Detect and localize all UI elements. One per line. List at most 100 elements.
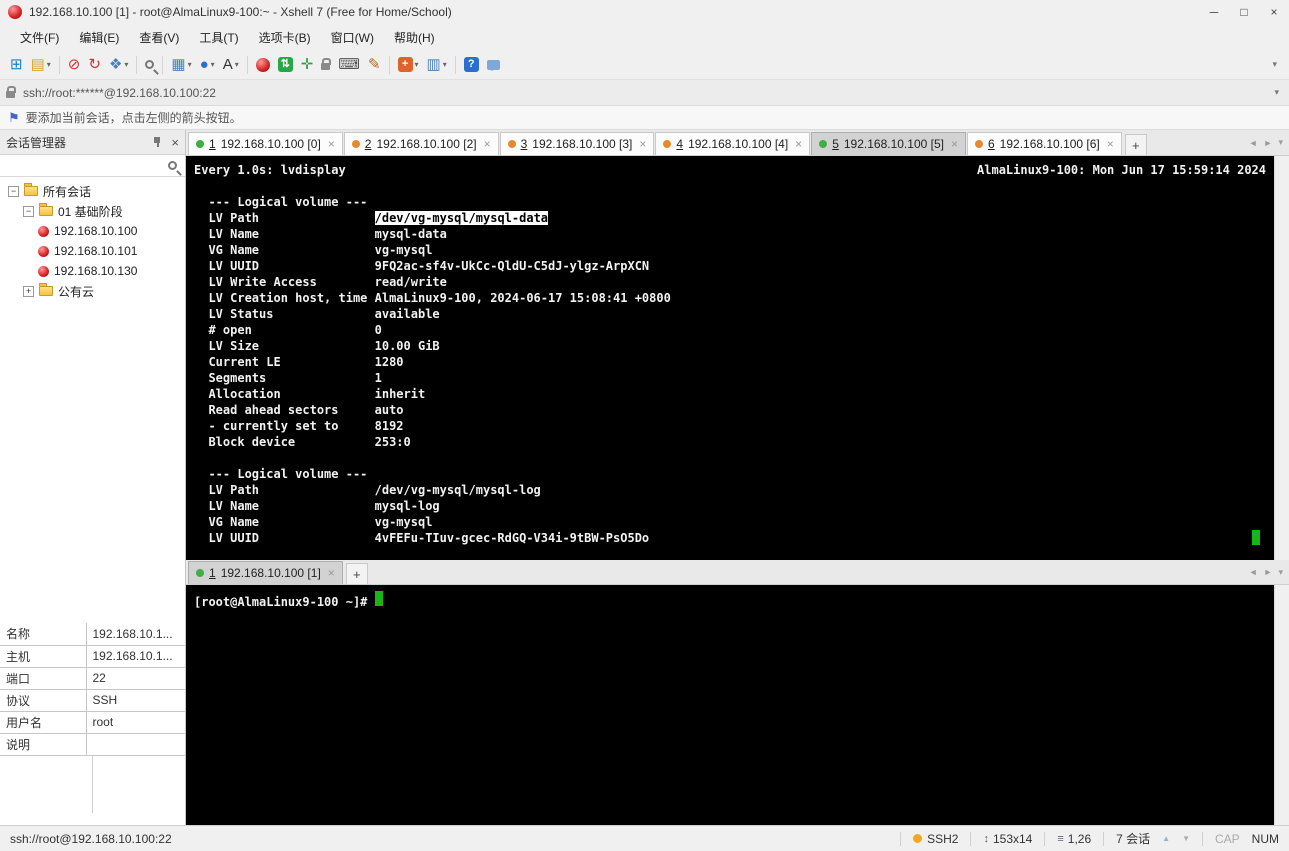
tile-layout-glyph: ▥ bbox=[426, 56, 441, 73]
tab-scroll-right-button[interactable]: ► bbox=[1264, 138, 1273, 148]
maximize-button[interactable]: □ bbox=[1229, 0, 1259, 24]
new-terminal-dropdown-icon[interactable]: ▾ bbox=[415, 60, 419, 69]
status-right-cluster: SSH2 ↕ 153x14 ≡ 1,26 7 会话 ▲ ▼ CAP NUM bbox=[900, 830, 1279, 847]
tab-close-button[interactable]: × bbox=[328, 566, 335, 580]
tab-status-icon bbox=[196, 569, 204, 577]
compose-pane-icon[interactable]: ▦ ▾ bbox=[167, 52, 195, 78]
new-tab-button[interactable]: + bbox=[1124, 134, 1147, 155]
new-tab-button[interactable]: + bbox=[345, 563, 368, 584]
help-icon[interactable]: ? bbox=[460, 52, 483, 78]
tree-item-session-192-168-10-130[interactable]: 192.168.10.130 bbox=[0, 261, 185, 281]
tab-top-3[interactable]: 3 192.168.10.100 [3] × bbox=[499, 132, 655, 155]
tab-top-1[interactable]: 1 192.168.10.100 [0] × bbox=[188, 132, 343, 155]
folder-icon bbox=[24, 183, 38, 196]
session-properties-dropdown-icon[interactable]: ▾ bbox=[124, 60, 128, 69]
tab-status-icon bbox=[819, 140, 828, 148]
minimize-button[interactable]: ─ bbox=[1199, 0, 1229, 24]
pin-icon[interactable] bbox=[151, 136, 163, 148]
terminal-top-scrollbar[interactable] bbox=[1274, 156, 1289, 560]
web-browser-icon[interactable]: ● ▾ bbox=[196, 52, 219, 78]
top-tabs: 1 192.168.10.100 [0] × 2 192.168.10.100 [2] ×… bbox=[188, 130, 1147, 155]
tab-scroll-left-button[interactable]: ◄ bbox=[1249, 567, 1258, 577]
tree-item-all-sessions[interactable]: − 所有会话 bbox=[0, 181, 185, 201]
web-browser-dropdown-icon[interactable]: ▾ bbox=[211, 60, 215, 69]
tab-top-6[interactable]: 6 192.168.10.100 [6] × bbox=[966, 132, 1122, 155]
menu-item-tools[interactable]: 工具(T) bbox=[189, 25, 248, 50]
tile-layout-icon[interactable]: ▥ ▾ bbox=[423, 52, 451, 78]
property-label: 用户名 bbox=[0, 710, 87, 734]
toolbar-overflow-button[interactable]: ▾ bbox=[1266, 59, 1283, 70]
open-folder-dropdown-icon[interactable]: ▾ bbox=[47, 60, 51, 69]
info-bar-text: 要添加当前会话，点击左侧的箭头按钮。 bbox=[25, 111, 242, 125]
tab-top-5[interactable]: 5 192.168.10.100 [5] × bbox=[811, 132, 966, 155]
session-properties-icon[interactable]: ❖ ▾ bbox=[105, 52, 132, 78]
collapse-icon[interactable]: − bbox=[8, 185, 19, 197]
open-folder-icon[interactable]: ▤ ▾ bbox=[27, 52, 55, 78]
tab-scroll-left-button[interactable]: ◄ bbox=[1249, 138, 1258, 148]
menu-item-help[interactable]: 帮助(H) bbox=[384, 25, 445, 50]
menu-item-file[interactable]: 文件(F) bbox=[10, 25, 69, 50]
terminal-line: --- Logical volume --- bbox=[194, 195, 368, 209]
feedback-icon[interactable] bbox=[483, 52, 504, 78]
tree-item-session-192-168-10-101[interactable]: 192.168.10.101 bbox=[0, 241, 185, 261]
highlighter-icon[interactable]: ✎ bbox=[364, 52, 385, 78]
tab-list-button[interactable]: ▾ bbox=[1278, 137, 1283, 148]
tab-number: 4 bbox=[676, 137, 684, 151]
tab-scroll-right-button[interactable]: ► bbox=[1264, 567, 1273, 577]
new-terminal-icon[interactable]: + ▾ bbox=[394, 52, 423, 78]
xshell-window: 192.168.10.100 [1] - root@AlmaLinux9-100… bbox=[0, 0, 1289, 851]
tab-list-button[interactable]: ▾ bbox=[1278, 567, 1283, 578]
xshell-icon[interactable] bbox=[252, 52, 274, 78]
menu-item-view[interactable]: 查看(V) bbox=[129, 25, 189, 50]
terminal-pane-bottom[interactable]: [root@AlmaLinux9-100 ~]# bbox=[186, 585, 1289, 825]
address-dropdown-button[interactable]: ▾ bbox=[1270, 87, 1283, 98]
menu-item-window[interactable]: 窗口(W) bbox=[321, 25, 384, 50]
tab-close-button[interactable]: × bbox=[795, 137, 802, 151]
tree-item-public-cloud[interactable]: + 公有云 bbox=[0, 281, 185, 301]
tab-close-button[interactable]: × bbox=[484, 137, 491, 151]
tab-top-2[interactable]: 2 192.168.10.100 [2] × bbox=[343, 132, 499, 155]
compose-pane-dropdown-icon[interactable]: ▾ bbox=[188, 60, 192, 69]
disconnect-icon[interactable]: ⊘ bbox=[64, 52, 85, 78]
tab-bottom-1[interactable]: 1 192.168.10.100 [1] × bbox=[188, 561, 343, 584]
new-session-icon[interactable]: ⊞ bbox=[6, 52, 27, 78]
expand-icon[interactable]: + bbox=[23, 285, 34, 297]
collapse-icon[interactable]: − bbox=[23, 205, 34, 217]
search-icon[interactable] bbox=[141, 52, 158, 78]
xftp-glyph: ⇅ bbox=[277, 57, 293, 72]
terminal-line: LV Status available bbox=[194, 307, 440, 321]
tab-label: 192.168.10.100 [0] bbox=[220, 137, 321, 151]
fullscreen-icon[interactable]: ✛ bbox=[297, 52, 318, 78]
tab-top-4[interactable]: 4 192.168.10.100 [4] × bbox=[655, 132, 811, 155]
terminal-pane-top[interactable]: Every 1.0s: lvdisplay AlmaLinux9-100: Mo… bbox=[186, 156, 1289, 560]
tab-close-button[interactable]: × bbox=[639, 137, 646, 151]
reconnect-icon[interactable]: ↻ bbox=[84, 52, 105, 78]
session-next-icon[interactable]: ▼ bbox=[1182, 834, 1190, 843]
panel-close-button[interactable]: × bbox=[171, 135, 179, 150]
terminal-bottom-body[interactable]: [root@AlmaLinux9-100 ~]# bbox=[186, 585, 1274, 825]
terminal-top-body[interactable]: Every 1.0s: lvdisplay AlmaLinux9-100: Mo… bbox=[186, 156, 1274, 560]
address-url[interactable]: ssh://root:******@192.168.10.100:22 bbox=[23, 86, 1270, 100]
font-color-dropdown-icon[interactable]: ▾ bbox=[235, 60, 239, 69]
tab-close-button[interactable]: × bbox=[951, 137, 958, 151]
tile-layout-dropdown-icon[interactable]: ▾ bbox=[443, 60, 447, 69]
close-button[interactable]: × bbox=[1259, 0, 1289, 24]
session-properties-glyph: ❖ bbox=[108, 56, 123, 73]
menu-item-tab[interactable]: 选项卡(B) bbox=[249, 25, 321, 50]
session-search-input[interactable] bbox=[0, 155, 185, 177]
tab-close-button[interactable]: × bbox=[1107, 137, 1114, 151]
font-color-icon[interactable]: A ▾ bbox=[219, 52, 243, 78]
status-session-count[interactable]: 7 会话 bbox=[1116, 830, 1150, 847]
session-prev-icon[interactable]: ▲ bbox=[1162, 834, 1170, 843]
tree-item-session-192-168-10-100[interactable]: 192.168.10.100 bbox=[0, 221, 185, 241]
virtual-keyboard-icon[interactable]: ⌨ bbox=[334, 52, 364, 78]
tab-status-icon bbox=[974, 140, 983, 148]
menu-item-edit[interactable]: 编辑(E) bbox=[69, 25, 129, 50]
address-bar[interactable]: ssh://root:******@192.168.10.100:22 ▾ bbox=[0, 80, 1289, 106]
tree-item-stage-01[interactable]: − 01 基础阶段 bbox=[0, 201, 185, 221]
lock-screen-icon[interactable] bbox=[317, 52, 334, 78]
tab-close-button[interactable]: × bbox=[328, 137, 335, 151]
bottom-tab-bar-controls: ◄ ► ▾ bbox=[1243, 560, 1289, 584]
xftp-icon[interactable]: ⇅ bbox=[274, 52, 297, 78]
terminal-bottom-scrollbar[interactable] bbox=[1274, 585, 1289, 825]
